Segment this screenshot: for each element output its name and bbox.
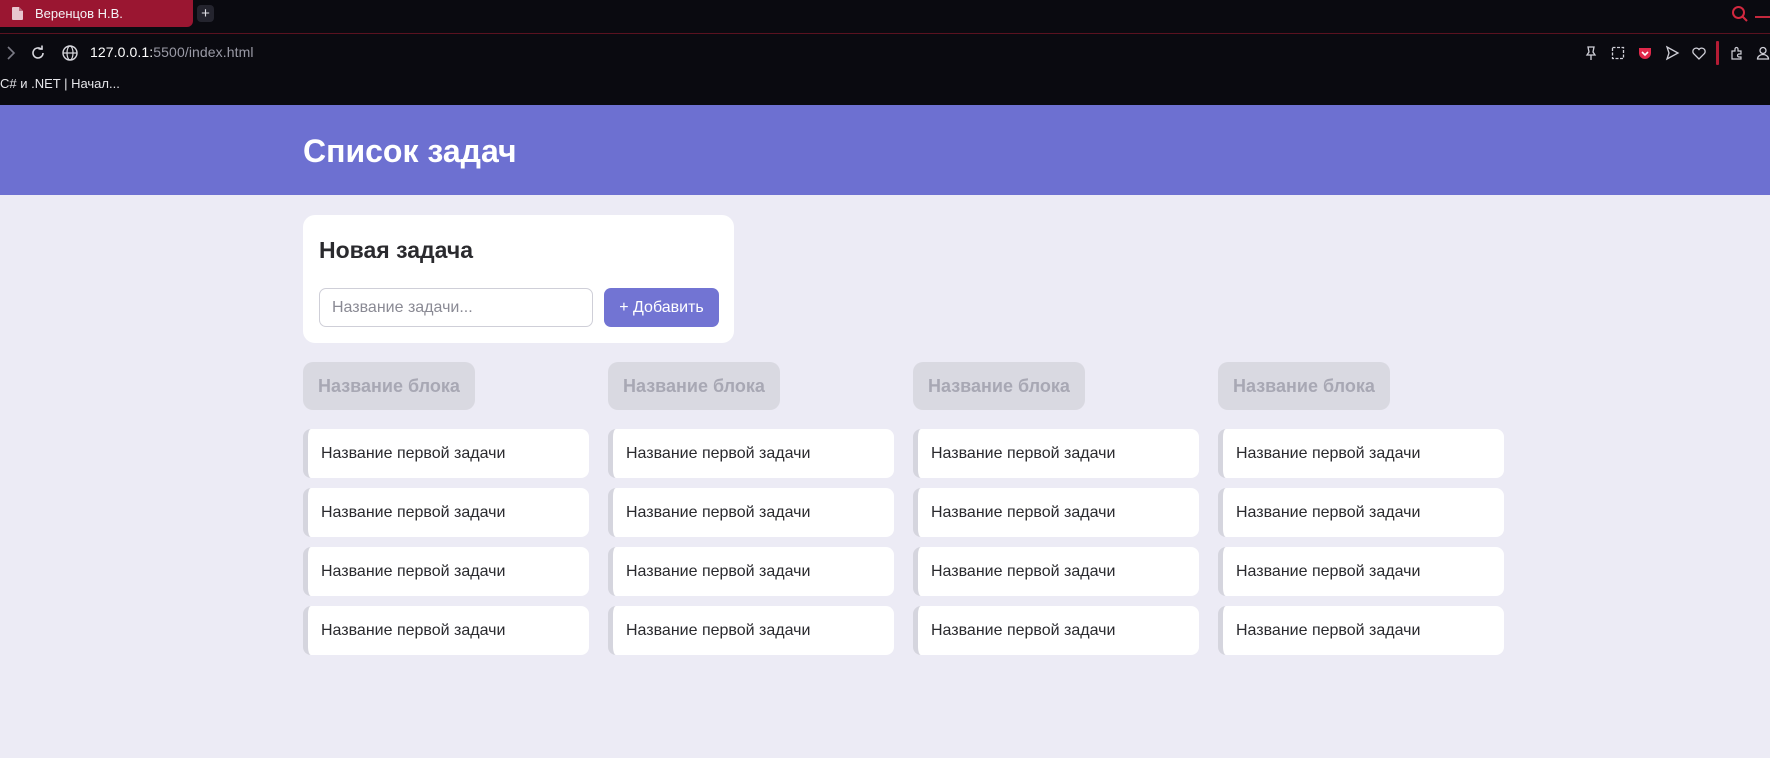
task-item[interactable]: Название первой задачи	[1218, 547, 1504, 596]
add-task-button[interactable]: + Добавить	[604, 288, 719, 327]
task-item[interactable]: Название первой задачи	[303, 488, 589, 537]
bookmark-item[interactable]: C# и .NET | Начал...	[0, 76, 120, 96]
forward-icon[interactable]	[2, 44, 20, 62]
block-title[interactable]: Название блока	[303, 362, 475, 410]
task-item[interactable]: Название первой задачи	[1218, 429, 1504, 478]
task-item[interactable]: Название первой задачи	[913, 606, 1199, 655]
search-icon[interactable]	[1731, 5, 1749, 23]
task-item[interactable]: Название первой задачи	[913, 429, 1199, 478]
url-host: 127.0.0.1:	[90, 44, 154, 60]
minimize-icon[interactable]	[1755, 16, 1770, 18]
address-bar[interactable]: 127.0.0.1:5500/index.html	[90, 44, 254, 60]
task-list: Название первой задачи Название первой з…	[1218, 429, 1504, 665]
extensions-icon[interactable]	[1729, 45, 1745, 61]
task-item[interactable]: Название первой задачи	[1218, 488, 1504, 537]
block-title[interactable]: Название блока	[1218, 362, 1390, 410]
task-list: Название первой задачи Название первой з…	[303, 429, 589, 665]
task-item[interactable]: Название первой задачи	[608, 488, 894, 537]
pin-icon[interactable]	[1583, 45, 1599, 61]
snapshot-icon[interactable]	[1610, 45, 1626, 61]
navigation-bar: 127.0.0.1:5500/index.html	[0, 34, 1770, 72]
task-columns: Название блока Название первой задачи На…	[303, 362, 1504, 662]
url-path: 5500/index.html	[153, 44, 254, 60]
document-icon	[12, 7, 23, 20]
tab-title: Веренцов Н.В.	[35, 6, 123, 21]
task-item[interactable]: Название первой задачи	[303, 547, 589, 596]
send-icon[interactable]	[1664, 45, 1680, 61]
block-title[interactable]: Название блока	[608, 362, 780, 410]
task-item[interactable]: Название первой задачи	[608, 606, 894, 655]
task-item[interactable]: Название первой задачи	[608, 547, 894, 596]
task-column: Название блока Название первой задачи На…	[913, 362, 1199, 655]
browser-chrome: Веренцов Н.В. + 127.0.0.1:5500/index.htm…	[0, 0, 1770, 105]
block-title[interactable]: Название блока	[913, 362, 1085, 410]
task-name-input[interactable]	[319, 288, 593, 327]
task-column: Название блока Название первой задачи На…	[1218, 362, 1504, 655]
task-item[interactable]: Название первой задачи	[303, 606, 589, 655]
task-item[interactable]: Название первой задачи	[303, 429, 589, 478]
tab-bar: Веренцов Н.В. +	[0, 0, 1770, 34]
new-task-title: Новая задача	[319, 237, 473, 263]
heart-icon[interactable]	[1691, 45, 1707, 61]
task-column: Название блока Название первой задачи На…	[303, 362, 589, 655]
browser-tab[interactable]: Веренцов Н.В.	[0, 0, 193, 27]
toolbar-separator	[1716, 41, 1719, 65]
task-column: Название блока Название первой задачи На…	[608, 362, 894, 655]
task-item[interactable]: Название первой задачи	[1218, 606, 1504, 655]
task-item[interactable]: Название первой задачи	[913, 488, 1199, 537]
task-list: Название первой задачи Название первой з…	[913, 429, 1199, 665]
task-item[interactable]: Название первой задачи	[913, 547, 1199, 596]
task-item[interactable]: Название первой задачи	[608, 429, 894, 478]
profile-icon[interactable]	[1755, 45, 1770, 61]
new-task-card: Новая задача + Добавить	[303, 215, 734, 343]
pocket-icon[interactable]	[1637, 45, 1653, 61]
new-tab-button[interactable]: +	[197, 5, 214, 22]
page-header: Список задач	[0, 105, 1770, 195]
site-info-icon[interactable]	[61, 44, 79, 62]
reload-icon[interactable]	[29, 44, 47, 62]
task-list: Название первой задачи Название первой з…	[608, 429, 894, 665]
page-title: Список задач	[303, 133, 517, 169]
